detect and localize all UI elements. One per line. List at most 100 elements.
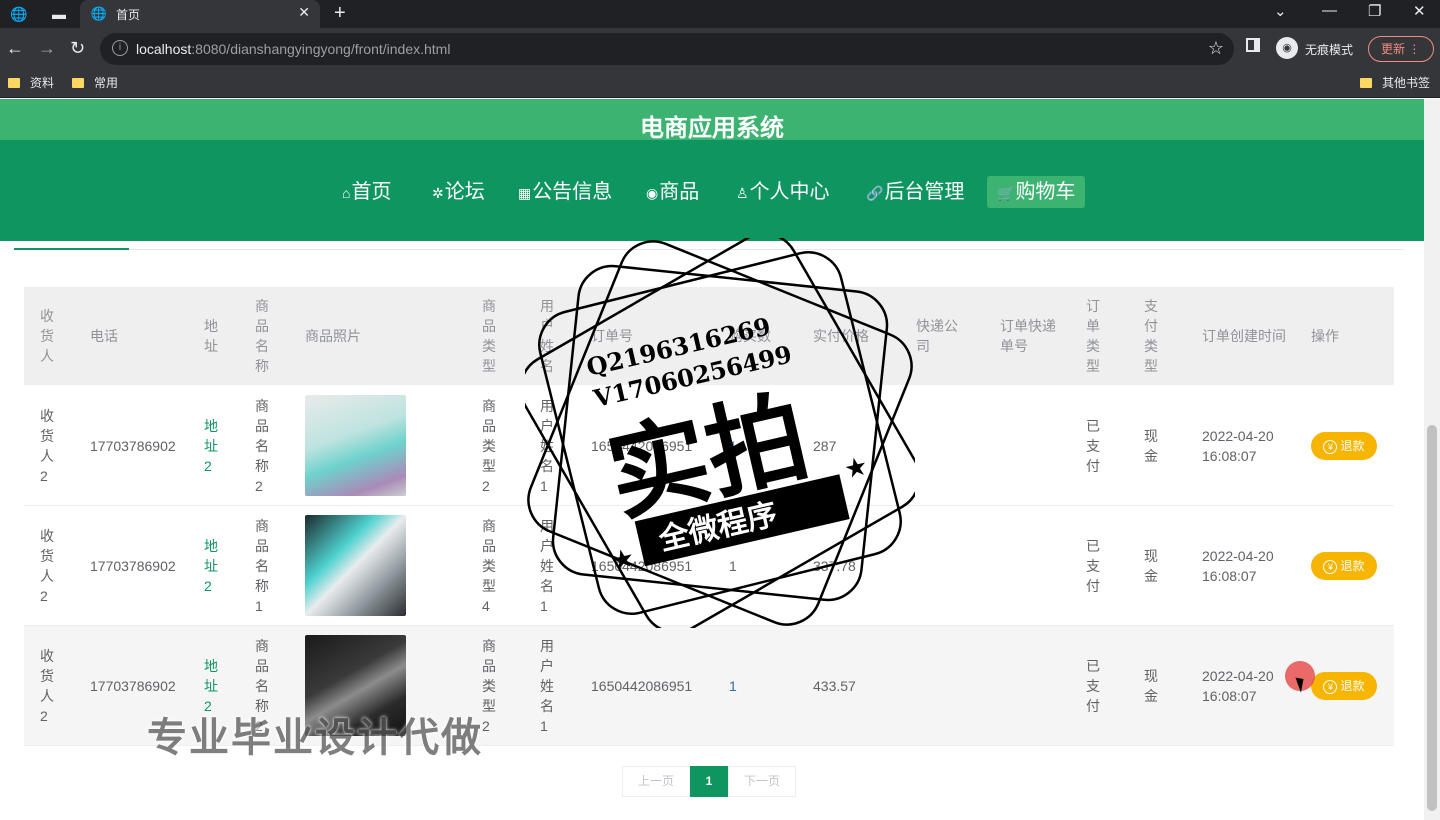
cell-order-no: 1650442086951 (591, 677, 693, 694)
watermark-bottom-text: 专业毕业设计代做 (147, 716, 483, 760)
forward-icon[interactable]: → (38, 38, 56, 58)
cell-product-image (305, 386, 406, 505)
cell-order-type: 已支付 (1086, 657, 1100, 714)
col-pay-type: 支付类型 (1144, 298, 1158, 374)
cell-address: 地址2 (204, 417, 218, 474)
bookmark-folder[interactable]: 资料 (8, 74, 54, 92)
cell-created: 2022-04-20 16:08:07 (1202, 547, 1274, 584)
col-phone: 电话 (90, 328, 118, 344)
col-courier: 快递公司 (916, 318, 958, 354)
table-header: 收货人 电话 地址 商品名称 商品照片 商品类型 用户姓名 订单号 购买数 实付… (24, 287, 1394, 385)
window-close-icon[interactable]: ✕ (1413, 2, 1426, 20)
product-image[interactable] (305, 515, 406, 616)
folder-icon (72, 78, 84, 88)
cell-action: ¥ 退款 (1311, 386, 1377, 505)
cell-product-type: 商品类型2 (482, 397, 496, 494)
col-product-name: 商品名称 (255, 298, 269, 374)
url-field[interactable]: i localhost:8080/dianshangyingyong/front… (100, 33, 1234, 65)
col-price: 实付价格 (813, 328, 869, 344)
new-tab-icon[interactable]: + (334, 2, 346, 25)
cell-pay-type: 现金 (1144, 547, 1158, 584)
link-icon: 🔗 (866, 185, 884, 201)
nav-admin[interactable]: 🔗后台管理 (866, 176, 964, 208)
cell-action: ¥ 退款 (1311, 506, 1377, 625)
address-bar-row: ← → ↻ i localhost:8080/dianshangyingyong… (0, 28, 1440, 70)
cell-qty: 1 (729, 557, 737, 574)
current-page[interactable]: 1 (690, 766, 728, 797)
restore-icon[interactable]: ❐ (1368, 2, 1381, 20)
scrollbar-thumb[interactable] (1427, 425, 1437, 811)
cell-price: 287 (813, 437, 837, 454)
back-icon[interactable]: ← (6, 38, 24, 58)
bookmark-folder[interactable]: 常用 (72, 74, 118, 92)
refund-button[interactable]: ¥ 退款 (1311, 671, 1377, 700)
close-tab-icon[interactable]: ✕ (298, 4, 310, 21)
tab-search-icon[interactable]: ⌄ (1274, 2, 1287, 20)
bookmarks-bar: 资料 常用 其他书签 (0, 70, 1440, 98)
forum-icon: ✲ (432, 185, 444, 201)
cell-created: 2022-04-20 16:08:07 (1202, 667, 1274, 704)
cell-created: 2022-04-20 16:08:07 (1202, 427, 1274, 464)
cell-qty: 1 (729, 677, 737, 694)
browser-tab[interactable]: 🌐 首页 ✕ (80, 0, 320, 28)
active-tab-underline (14, 248, 129, 250)
col-order-no: 订单号 (591, 328, 633, 344)
col-address: 地址 (204, 318, 218, 354)
update-button[interactable]: 更新 ⋮ (1368, 36, 1434, 62)
cell-user-name: 用户姓名1 (540, 637, 554, 734)
prev-page-button[interactable]: 上一页 (622, 766, 690, 797)
yen-icon: ¥ (1323, 559, 1338, 574)
col-action: 操作 (1311, 328, 1339, 344)
nav-home[interactable]: ⌂首页 (342, 176, 391, 208)
cart-icon: 🛒 (997, 185, 1015, 201)
col-receiver: 收货人 (40, 308, 54, 364)
cell-pay-type: 现金 (1144, 667, 1158, 704)
nav-cart[interactable]: 🛒购物车 (987, 176, 1086, 208)
cell-order-no: 1650442086951 (591, 557, 693, 574)
url-text: localhost:8080/dianshangyingyong/front/i… (136, 41, 451, 57)
col-created: 订单创建时间 (1202, 328, 1286, 344)
table-row: 收货人2 17703786902 地址2 商品名称2 商品类型2 用户姓名1 1… (24, 386, 1394, 506)
cell-order-type: 已支付 (1086, 537, 1100, 594)
other-bookmarks[interactable]: 其他书签 (1360, 74, 1430, 92)
incognito-icon[interactable]: ◉ (1276, 37, 1298, 59)
side-panel-icon[interactable] (1246, 38, 1260, 52)
folder-icon (1360, 78, 1372, 88)
nav-profile[interactable]: ♙个人中心 (736, 176, 830, 208)
col-product-type: 商品类型 (482, 298, 496, 374)
cell-user-name: 用户姓名1 (540, 517, 554, 614)
cell-product-type: 商品类型4 (482, 517, 496, 614)
user-icon: ♙ (736, 185, 749, 201)
next-page-button[interactable]: 下一页 (728, 766, 796, 797)
col-user-name: 用户姓名 (540, 298, 554, 374)
col-qty: 购买数 (729, 328, 771, 344)
cell-phone: 17703786902 (90, 557, 176, 574)
globe-icon: 🌐 (90, 6, 108, 21)
yen-icon: ¥ (1323, 439, 1338, 454)
table-row: 收货人2 17703786902 地址2 商品名称1 商品类型4 用户姓名1 1… (24, 506, 1394, 626)
grid-icon: ▦ (518, 185, 532, 201)
product-image[interactable] (305, 395, 406, 496)
nav-forum[interactable]: ✲论坛 (432, 176, 485, 208)
info-icon[interactable]: i (112, 40, 128, 56)
minimize-icon[interactable]: — (1322, 2, 1337, 19)
cell-receiver: 收货人2 (40, 647, 54, 724)
nav-notice[interactable]: ▦公告信息 (518, 176, 612, 208)
cell-price: 337.78 (813, 557, 856, 574)
refund-button[interactable]: ¥ 退款 (1311, 551, 1377, 580)
col-order-type: 订单类型 (1086, 298, 1100, 374)
cell-order-type: 已支付 (1086, 417, 1100, 474)
nav-products[interactable]: ◉商品 (646, 176, 699, 208)
bookmark-star-icon[interactable]: ☆ (1208, 38, 1224, 59)
palette-icon: ◉ (646, 185, 659, 201)
refund-button[interactable]: ¥ 退款 (1311, 431, 1377, 460)
main-nav: ⌂首页 ✲论坛 ▦公告信息 ◉商品 ♙个人中心 🔗后台管理 🛒购物车 (0, 140, 1424, 241)
globe-icon[interactable]: 🌐 (10, 5, 28, 23)
window-icon[interactable]: ▬ (50, 5, 68, 23)
cell-product-name: 商品名称2 (255, 397, 269, 494)
page-scrollbar[interactable] (1424, 99, 1440, 820)
yen-icon: ¥ (1323, 679, 1338, 694)
incognito-label: 无痕模式 (1305, 43, 1354, 57)
reload-icon[interactable]: ↻ (70, 38, 85, 58)
cell-order-no: 1650442086951 (591, 437, 693, 454)
